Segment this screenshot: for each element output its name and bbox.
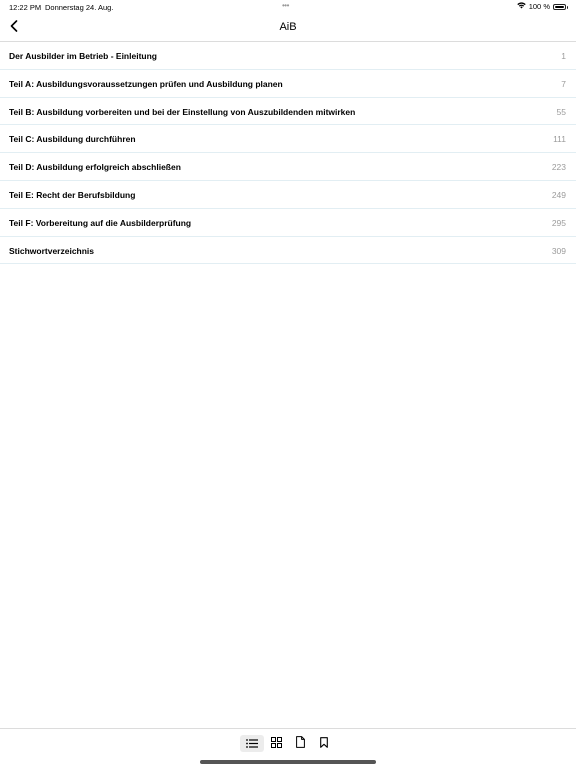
status-right: 100 % <box>517 2 568 11</box>
navigation-bar: AiB <box>0 14 576 42</box>
toc-title: Teil D: Ausbildung erfolgreich abschließ… <box>9 162 181 173</box>
page-title: AiB <box>279 21 297 33</box>
toc-title: Stichwortverzeichnis <box>9 245 95 256</box>
toc-page-number: 111 <box>553 134 566 145</box>
toc-page-number: 223 <box>551 162 566 173</box>
wifi-icon <box>517 2 526 11</box>
battery-full-icon <box>553 3 568 10</box>
tab-thumbnails[interactable] <box>264 735 288 752</box>
tab-page-view[interactable] <box>288 735 312 752</box>
toc-row-part-e[interactable]: Teil E: Recht der Berufsbildung 249 <box>0 181 576 209</box>
toc-page-number: 7 <box>561 78 566 89</box>
home-indicator <box>200 760 376 764</box>
table-of-contents: Der Ausbilder im Betrieb - Einleitung 1 … <box>0 42 576 265</box>
multitasking-dots[interactable]: ••• <box>282 1 289 10</box>
tab-bookmarks[interactable] <box>312 735 336 752</box>
status-time: 12:22 PM <box>9 3 42 12</box>
toc-title: Teil E: Recht der Berufsbildung <box>9 189 136 200</box>
toc-title: Teil C: Ausbildung durchführen <box>9 134 136 145</box>
toc-row-part-c[interactable]: Teil C: Ausbildung durchführen 111 <box>0 125 576 154</box>
toc-row-index[interactable]: Stichwortverzeichnis 309 <box>0 237 576 265</box>
toc-title: Teil B: Ausbildung vorbereiten und bei d… <box>9 106 356 117</box>
status-date: Donnerstag 24. Aug. <box>45 3 114 12</box>
bookmark-icon <box>320 735 328 753</box>
toc-row-part-b[interactable]: Teil B: Ausbildung vorbereiten und bei d… <box>0 98 576 126</box>
toc-title: Teil A: Ausbildungsvoraussetzungen prüfe… <box>9 78 283 89</box>
view-switcher <box>240 735 336 752</box>
toc-page-number: 295 <box>551 217 566 228</box>
toc-title: Teil F: Vorbereitung auf die Ausbilderpr… <box>9 217 192 228</box>
battery-percentage: 100 % <box>528 2 550 11</box>
tab-contents-list[interactable] <box>240 735 264 752</box>
toc-page-number: 1 <box>561 51 566 61</box>
document-icon <box>295 735 305 753</box>
grid-icon <box>270 735 282 753</box>
bottom-tab-bar <box>0 728 576 768</box>
toc-row-part-f[interactable]: Teil F: Vorbereitung auf die Ausbilderpr… <box>0 209 576 237</box>
list-icon <box>246 735 258 753</box>
toc-title: Der Ausbilder im Betrieb - Einleitung <box>9 51 157 61</box>
toc-page-number: 249 <box>551 189 566 200</box>
toc-page-number: 309 <box>551 245 566 256</box>
toc-page-number: 55 <box>556 106 566 117</box>
toc-row-part-a[interactable]: Teil A: Ausbildungsvoraussetzungen prüfe… <box>0 70 576 98</box>
toc-row-part-d[interactable]: Teil D: Ausbildung erfolgreich abschließ… <box>0 153 576 181</box>
toc-row-introduction[interactable]: Der Ausbilder im Betrieb - Einleitung 1 <box>0 42 576 70</box>
status-bar: 12:22 PM Donnerstag 24. Aug. ••• 100 % <box>0 0 576 14</box>
